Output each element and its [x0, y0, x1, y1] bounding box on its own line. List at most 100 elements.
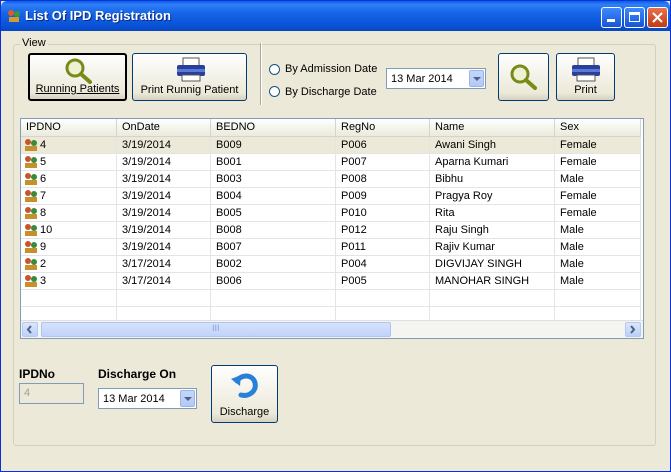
cell-ondate: 3/19/2014 [117, 188, 211, 205]
chevron-down-icon[interactable] [469, 70, 484, 87]
patient-icon [25, 274, 37, 287]
cell-sex: Male [555, 171, 641, 188]
table-row[interactable] [21, 290, 641, 307]
undo-arrow-icon [231, 373, 258, 398]
print-label: Print [574, 84, 597, 96]
cell-ipdno-text: 9 [40, 241, 47, 253]
cell-bedno [211, 290, 336, 307]
cell-bedno: B008 [211, 222, 336, 239]
column-header-regno[interactable]: RegNo [336, 119, 430, 136]
cell-ipdno-text: 2 [40, 258, 47, 270]
table-row[interactable]: 5 3/19/2014 B001 P007 Aparna Kumari Female [21, 154, 641, 171]
by-admission-radio[interactable] [269, 64, 280, 75]
cell-ipdno: 8 [21, 205, 117, 222]
app-icon [8, 10, 20, 22]
cell-ipdno: 9 [21, 239, 117, 256]
ipdno-label: IPDNo [19, 367, 55, 381]
search-button[interactable] [498, 53, 549, 101]
column-header-ipdno[interactable]: IPDNO [21, 119, 117, 136]
patient-icon [25, 155, 37, 168]
chevron-down-icon[interactable] [180, 390, 195, 407]
close-button[interactable] [647, 7, 668, 28]
table-row[interactable]: 9 3/19/2014 B007 P011 Rajiv Kumar Male [21, 239, 641, 256]
discharge-date-value: 13 Mar 2014 [103, 393, 165, 405]
filter-date-picker[interactable]: 13 Mar 2014 [386, 68, 486, 89]
cell-regno: P011 [336, 239, 430, 256]
cell-name: Awani Singh [430, 137, 555, 154]
discharge-on-label: Discharge On [98, 367, 177, 381]
cell-ipdno-text: 7 [40, 190, 47, 202]
patient-icon [25, 138, 37, 151]
cell-ipdno: 5 [21, 154, 117, 171]
scroll-right-button[interactable] [625, 322, 641, 337]
ipdno-value: 4 [24, 387, 31, 399]
cell-ipdno-text: 6 [40, 173, 47, 185]
column-header-ondate[interactable]: OnDate [117, 119, 211, 136]
client-area: View Running Patients Print Runnig Patie… [4, 31, 667, 468]
cell-name [430, 290, 555, 307]
cell-bedno: B001 [211, 154, 336, 171]
grid-header: IPDNO OnDate BEDNO RegNo Name Sex [21, 119, 641, 137]
scroll-left-button[interactable] [22, 322, 38, 337]
minimize-button[interactable] [601, 7, 622, 28]
table-row[interactable]: 4 3/19/2014 B009 P006 Awani Singh Female [21, 137, 641, 154]
title-bar[interactable]: List Of IPD Registration [1, 1, 670, 31]
horizontal-scrollbar[interactable]: III [21, 320, 643, 338]
ipdno-field[interactable]: 4 [19, 383, 84, 404]
cell-regno: P010 [336, 205, 430, 222]
printer-icon [572, 57, 600, 82]
ipd-registration-grid[interactable]: IPDNO OnDate BEDNO RegNo Name Sex 4 3/19/… [20, 118, 644, 339]
discharge-date-picker[interactable]: 13 Mar 2014 [98, 388, 197, 409]
close-icon [652, 12, 663, 23]
cell-sex: Female [555, 137, 641, 154]
table-row[interactable]: 3 3/17/2014 B006 P005 MANOHAR SINGH Male [21, 273, 641, 290]
table-row[interactable]: 2 3/17/2014 B002 P004 DIGVIJAY SINGH Male [21, 256, 641, 273]
cell-ipdno-text: 10 [40, 224, 53, 236]
cell-ipdno-text: 8 [40, 207, 47, 219]
cell-regno: P012 [336, 222, 430, 239]
patient-icon [25, 189, 37, 202]
cell-bedno: B007 [211, 239, 336, 256]
column-header-sex[interactable]: Sex [555, 119, 641, 136]
cell-name: Raju Singh [430, 222, 555, 239]
by-discharge-radio[interactable] [269, 86, 280, 97]
scroll-thumb[interactable]: III [41, 322, 391, 337]
cell-name: Pragya Roy [430, 188, 555, 205]
cell-ipdno: 6 [21, 171, 117, 188]
column-header-bedno[interactable]: BEDNO [211, 119, 336, 136]
cell-ipdno [21, 290, 117, 307]
cell-ondate: 3/19/2014 [117, 222, 211, 239]
table-row[interactable]: 7 3/19/2014 B004 P009 Pragya Roy Female [21, 188, 641, 205]
cell-ipdno: 7 [21, 188, 117, 205]
maximize-button[interactable] [624, 7, 645, 28]
cell-bedno: B005 [211, 205, 336, 222]
cell-sex: Male [555, 256, 641, 273]
by-discharge-label: By Discharge Date [285, 86, 377, 98]
print-running-patient-button[interactable]: Print Runnig Patient [132, 53, 247, 101]
patient-icon [25, 257, 37, 270]
discharge-button[interactable]: Discharge [211, 365, 278, 423]
chevron-left-icon [26, 325, 32, 334]
cell-ondate: 3/19/2014 [117, 205, 211, 222]
table-row[interactable]: 8 3/19/2014 B005 P010 Rita Female [21, 205, 641, 222]
table-row[interactable]: 6 3/19/2014 B003 P008 Bibhu Male [21, 171, 641, 188]
cell-sex: Female [555, 154, 641, 171]
cell-ondate: 3/17/2014 [117, 256, 211, 273]
cell-ondate: 3/19/2014 [117, 137, 211, 154]
by-admission-label: By Admission Date [285, 63, 378, 75]
patient-icon [25, 206, 37, 219]
cell-bedno: B004 [211, 188, 336, 205]
table-row[interactable]: 10 3/19/2014 B008 P012 Raju Singh Male [21, 222, 641, 239]
cell-name: MANOHAR SINGH [430, 273, 555, 290]
cell-regno: P004 [336, 256, 430, 273]
cell-ipdno: 4 [21, 137, 117, 154]
patient-icon [25, 240, 37, 253]
cell-bedno: B009 [211, 137, 336, 154]
search-icon [510, 64, 537, 90]
cell-ipdno-text: 5 [40, 156, 47, 168]
running-patients-button[interactable]: Running Patients [28, 53, 127, 101]
print-button[interactable]: Print [556, 53, 615, 101]
column-header-name[interactable]: Name [430, 119, 555, 136]
cell-name: Rita [430, 205, 555, 222]
cell-ipdno-text: 3 [40, 275, 47, 287]
